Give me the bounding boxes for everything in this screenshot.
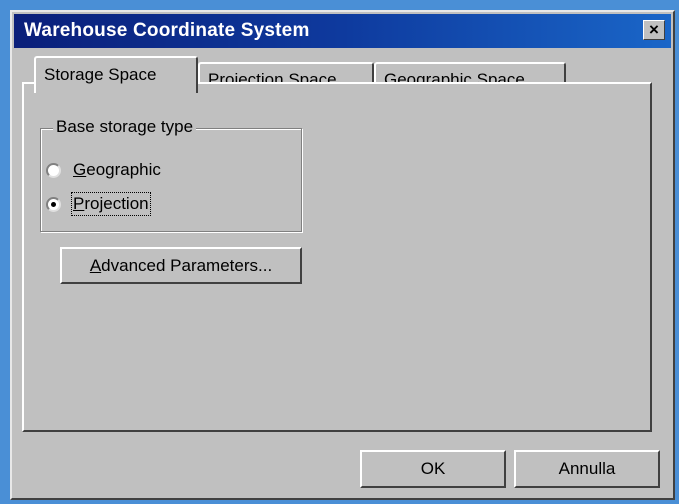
radio-button-projection[interactable] <box>46 196 61 212</box>
ok-button[interactable]: OK <box>360 450 506 488</box>
radio-label-geographic: Geographic <box>73 160 161 180</box>
group-label: Base storage type <box>53 117 197 137</box>
tab-storage-space[interactable]: Storage Space <box>34 56 198 93</box>
cancel-label: Annulla <box>558 459 616 478</box>
label-text: rojection <box>84 194 149 213</box>
radio-projection[interactable]: Projection <box>46 192 151 216</box>
accelerator-letter: A <box>89 256 102 275</box>
advanced-parameters-button[interactable]: Advanced Parameters... <box>60 247 302 284</box>
ok-label: OK <box>420 459 446 478</box>
tab-label: Storage Space <box>44 65 157 84</box>
cancel-button[interactable]: Annulla <box>514 450 660 488</box>
accelerator-letter: G <box>73 160 87 179</box>
accelerator-letter: P <box>73 194 85 213</box>
window-title: Warehouse Coordinate System <box>24 20 310 41</box>
title-bar[interactable]: Warehouse Coordinate System × <box>14 14 671 48</box>
button-label: dvanced Parameters... <box>101 256 273 275</box>
radio-geographic[interactable]: Geographic <box>46 160 161 180</box>
base-storage-type-group: Base storage type <box>40 117 302 232</box>
radio-button-geographic[interactable] <box>46 162 61 178</box>
label-text: eographic <box>86 160 161 179</box>
radio-label-projection: Projection <box>71 192 151 216</box>
close-button[interactable]: × <box>643 20 665 40</box>
close-icon: × <box>649 20 659 39</box>
